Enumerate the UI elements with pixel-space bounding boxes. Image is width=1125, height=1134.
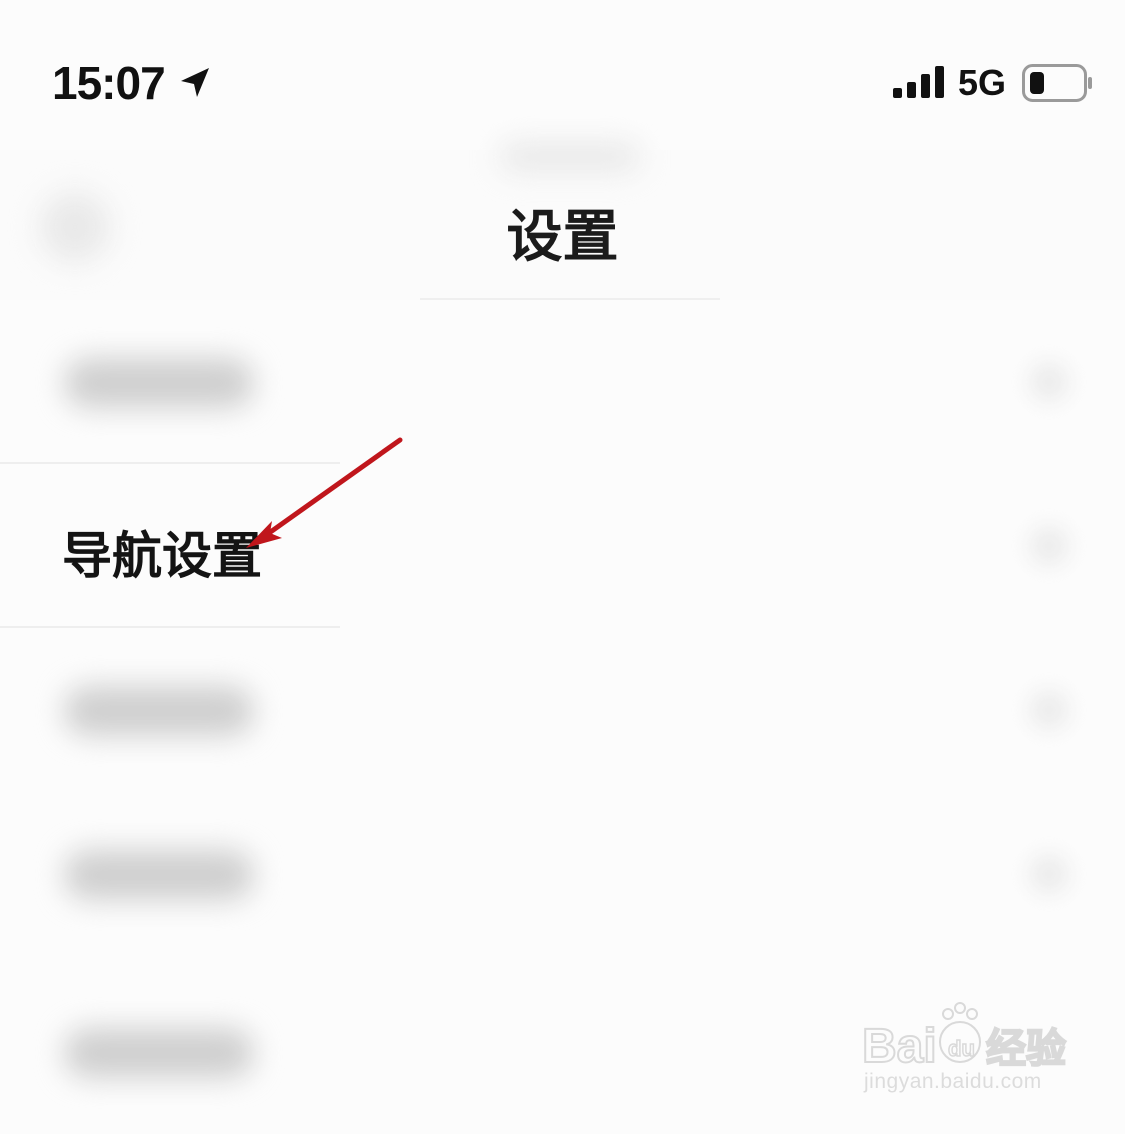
blurred-row-label (64, 850, 254, 900)
status-bar: 15:07 5G (0, 0, 1125, 150)
blurred-row-label (64, 358, 254, 408)
settings-row-blurred[interactable] (0, 300, 1125, 464)
battery-low-icon (1022, 64, 1092, 102)
watermark-url: jingyan.baidu.com (864, 1070, 1042, 1093)
chevron-right-icon (1029, 362, 1069, 402)
network-type-label: 5G (958, 62, 1007, 103)
navigation-settings-label: 导航设置 (62, 527, 262, 585)
blurred-row-label (64, 686, 254, 736)
cellular-signal-icon (893, 66, 944, 98)
baidu-jingyan-logo-icon: Bai du 经验 (862, 1002, 1067, 1070)
chevron-right-icon (1029, 854, 1069, 894)
chevron-right-icon (1029, 690, 1069, 730)
status-time: 15:07 (52, 57, 166, 109)
blurred-header-element (500, 142, 640, 172)
page-title: 设置 (506, 205, 619, 270)
svg-text:Bai: Bai (862, 1020, 937, 1070)
chevron-right-icon (1029, 526, 1069, 566)
watermark: Bai du 经验 jingyan.baidu.com (862, 1000, 1082, 1110)
nav-bar: 设置 (0, 142, 1125, 300)
settings-row-navigation[interactable]: 导航设置 (0, 464, 1125, 628)
location-arrow-icon (181, 68, 209, 97)
settings-row-blurred[interactable] (0, 628, 1125, 792)
blurred-row-label (64, 1028, 254, 1078)
svg-text:du: du (948, 1036, 975, 1061)
settings-row-blurred[interactable] (0, 792, 1125, 956)
svg-text:经验: 经验 (986, 1026, 1066, 1070)
